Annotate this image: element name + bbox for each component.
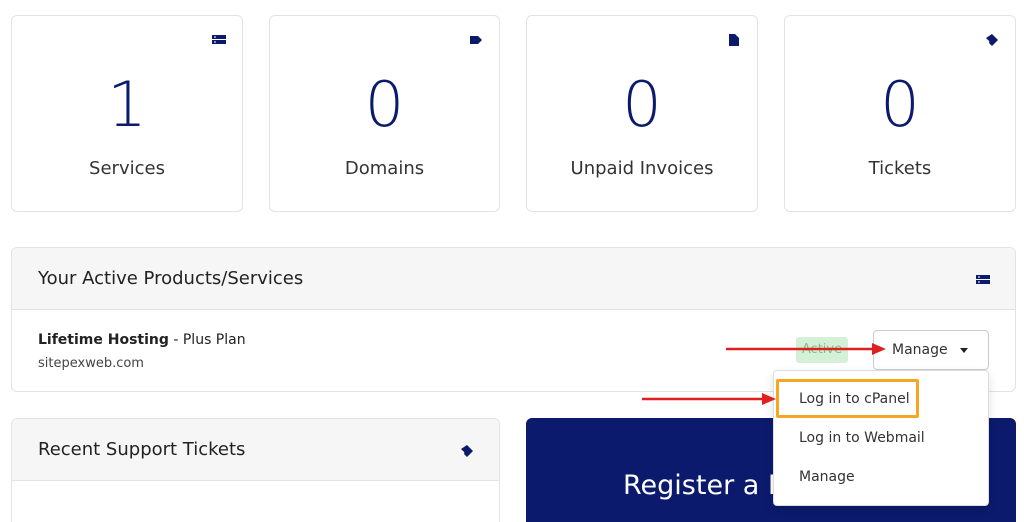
- stat-value: 0: [880, 68, 920, 141]
- stat-card-domains[interactable]: 0 Domains: [269, 15, 500, 212]
- stat-card-tickets[interactable]: 0 Tickets: [784, 15, 1016, 212]
- service-domain: sitepexweb.com: [38, 356, 144, 371]
- panel-title: Your Active Products/Services: [38, 268, 304, 289]
- stat-value: 0: [364, 68, 405, 141]
- stat-value: 1: [107, 68, 147, 141]
- panel-header: Your Active Products/Services: [12, 248, 1015, 310]
- ticket-icon: [461, 445, 473, 457]
- panel-header: Recent Support Tickets: [12, 419, 499, 481]
- service-product: Lifetime Hosting: [38, 332, 169, 348]
- panel-title: Recent Support Tickets: [38, 439, 246, 460]
- service-plan: - Plus Plan: [168, 332, 246, 348]
- promo-text: Register a N: [623, 470, 789, 501]
- recent-tickets-panel: Recent Support Tickets: [11, 418, 500, 522]
- server-icon: [976, 275, 990, 284]
- stat-label: Tickets: [868, 158, 932, 179]
- ticket-icon: [986, 34, 998, 46]
- manage-label: Manage: [892, 342, 948, 358]
- annotation-arrow-icon: [726, 343, 886, 355]
- tag-icon: [470, 36, 482, 44]
- annotation-arrow-icon: [642, 393, 776, 405]
- stat-card-unpaid-invoices[interactable]: 0 Unpaid Invoices: [526, 15, 758, 212]
- stat-label: Unpaid Invoices: [570, 158, 714, 179]
- stat-value: 0: [622, 68, 662, 141]
- file-icon: [729, 34, 739, 46]
- caret-down-icon: [960, 348, 968, 353]
- stat-label: Services: [89, 158, 165, 179]
- server-icon: [212, 35, 226, 44]
- stat-card-services[interactable]: 1 Services: [11, 15, 243, 212]
- menu-item-manage[interactable]: Manage: [799, 469, 855, 485]
- service-name: Lifetime Hosting - Plus Plan: [38, 332, 246, 348]
- highlight-box: [776, 379, 919, 418]
- stat-label: Domains: [344, 158, 425, 179]
- menu-item-webmail-login[interactable]: Log in to Webmail: [799, 430, 925, 446]
- manage-dropdown-button[interactable]: Manage: [873, 330, 989, 370]
